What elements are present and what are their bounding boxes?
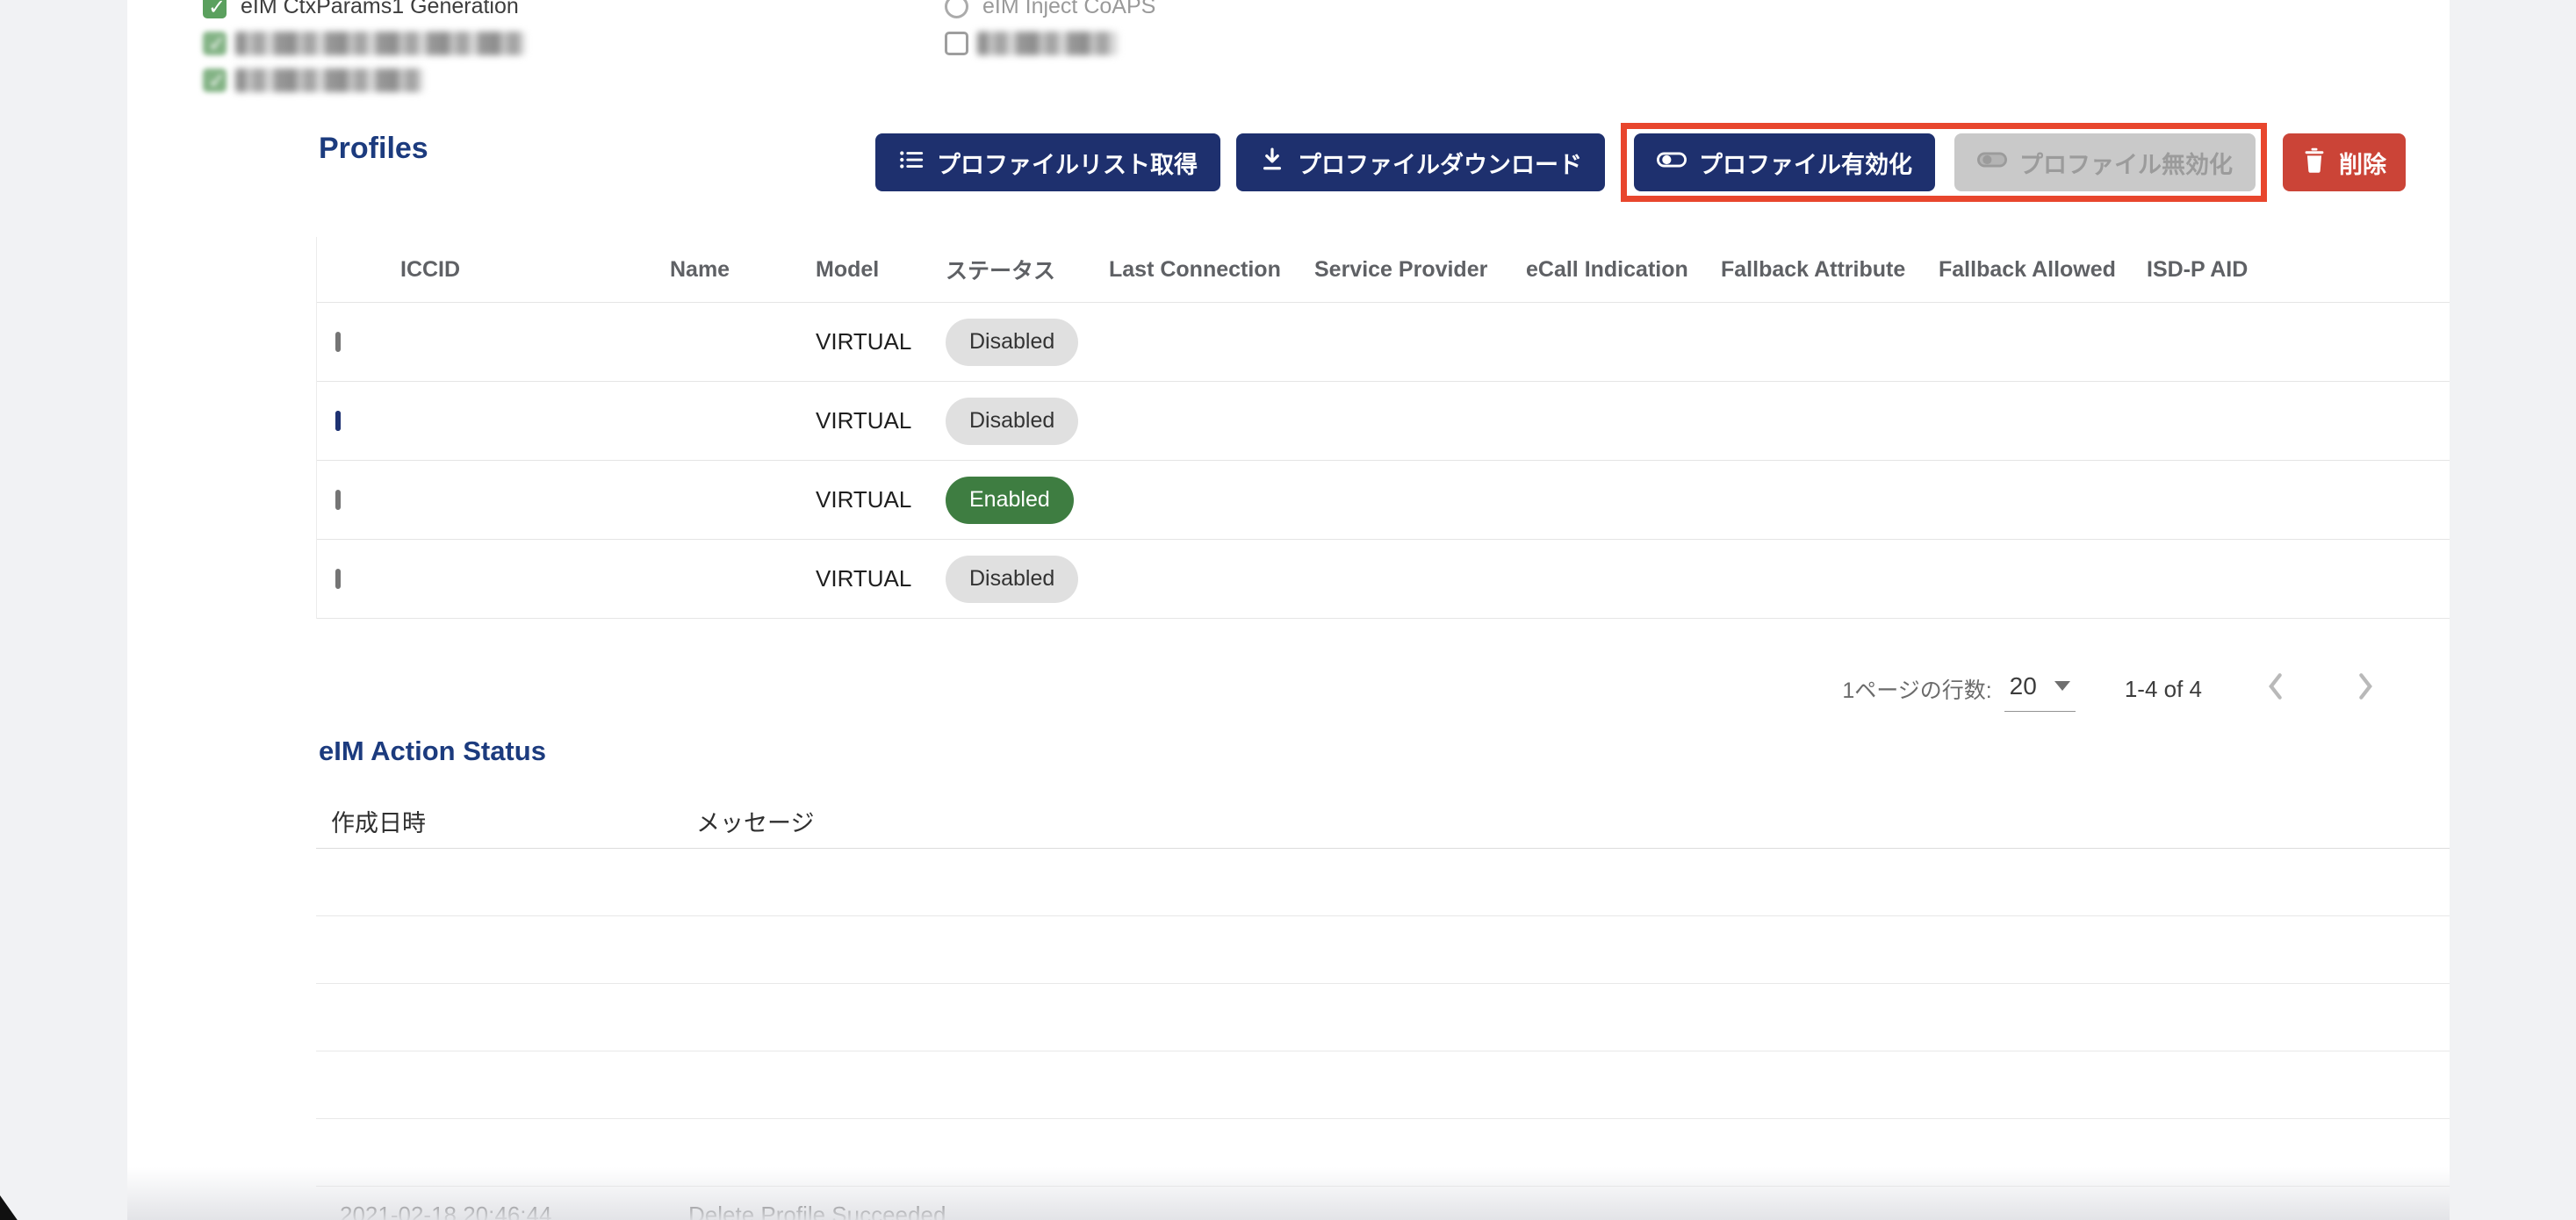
option-row: eIM Inject CoAPS: [945, 0, 1155, 25]
table-row: VIRTUAL Disabled: [317, 303, 2450, 382]
expand-row-button[interactable]: [2428, 1008, 2450, 1027]
status-badge: Disabled: [946, 555, 1079, 603]
list-icon: [898, 147, 925, 179]
column-header-message: メッセージ: [696, 810, 815, 836]
message-value: Delete Profile Succeeded: [688, 1202, 946, 1220]
action-status-table: 作成日時 メッセージ 2021-02-18 20:46:44 Delete Pr…: [316, 794, 2450, 1220]
pagination: 1ページの行数: 20 1-4 of 4: [1842, 658, 2378, 720]
option-label: eIM Inject CoAPS: [982, 0, 1156, 18]
action-status-row: [316, 984, 2450, 1051]
row-checkbox[interactable]: [335, 489, 341, 510]
checkbox-icon[interactable]: [945, 0, 968, 18]
expand-row-button[interactable]: [2428, 872, 2450, 892]
content-card: eIM CtxParams1 Generation eIM Inject CoA…: [127, 0, 2450, 1220]
redacted-option-label: [235, 31, 525, 55]
option-row: [203, 25, 525, 61]
top-options-left: eIM CtxParams1 Generation: [203, 0, 525, 98]
action-status-row: [316, 849, 2450, 916]
column-header: eCall Indication: [1526, 256, 1688, 282]
option-row: [203, 61, 525, 98]
action-status-row: [316, 1051, 2450, 1119]
model-value: VIRTUAL: [816, 486, 912, 513]
toggle-icon: [1657, 145, 1687, 181]
action-status-row: [316, 916, 2450, 984]
chevron-down-icon: [2054, 681, 2070, 691]
column-header-created-at: 作成日時: [331, 810, 426, 836]
status-badge: Disabled: [946, 318, 1079, 366]
profiles-toolbar: プロファイルリスト取得 プロファイルダウンロード プロファイル有効化 プロファイ…: [875, 123, 2406, 202]
option-row: eIM CtxParams1 Generation: [203, 0, 525, 25]
expand-row-button[interactable]: [2428, 1075, 2450, 1094]
profile-disable-button[interactable]: プロファイル無効化: [1954, 133, 2256, 191]
rows-per-page-value: 20: [2009, 671, 2037, 700]
option-row: [945, 25, 1155, 61]
action-status-row-partial: 2021-02-18 20:46:44 Delete Profile Succe…: [316, 1187, 2450, 1220]
table-row: VIRTUAL Enabled: [317, 461, 2450, 540]
checkbox-icon[interactable]: [203, 0, 227, 20]
expand-row-button[interactable]: [2428, 1143, 2450, 1162]
rows-per-page-select[interactable]: 20: [2004, 667, 2076, 712]
toggle-icon: [1977, 145, 2007, 181]
row-checkbox[interactable]: [335, 410, 341, 431]
model-value: VIRTUAL: [816, 328, 912, 355]
redacted-option-label: [977, 31, 1118, 55]
model-value: VIRTUAL: [816, 407, 912, 434]
checkbox-icon[interactable]: [203, 68, 227, 94]
checkbox-icon[interactable]: [945, 31, 968, 55]
page-background: eIM CtxParams1 Generation eIM Inject CoA…: [0, 0, 2576, 1220]
column-header: Name: [670, 256, 730, 282]
redacted-option-label: [235, 68, 423, 92]
column-header: Fallback Allowed: [1939, 256, 2116, 282]
top-options-right: eIM Inject CoAPS: [945, 0, 1155, 61]
mouse-cursor: [0, 1195, 21, 1220]
column-header: Model: [816, 256, 880, 282]
pagination-range: 1-4 of 4: [2124, 675, 2202, 702]
column-header: ISD-P AID: [2147, 256, 2249, 282]
profiles-heading: Profiles: [319, 132, 428, 165]
model-value: VIRTUAL: [816, 565, 912, 592]
profiles-table: ICCID Name Model ステータス Last Connection Servic…: [316, 237, 2450, 619]
column-header: Last Connection: [1109, 256, 1281, 282]
table-row: VIRTUAL Disabled: [317, 382, 2450, 461]
button-label: プロファイル有効化: [1699, 151, 1912, 178]
button-label: プロファイル無効化: [2019, 151, 2233, 178]
column-header: Fallback Attribute: [1721, 256, 1906, 282]
next-page-button[interactable]: [2355, 671, 2378, 707]
previous-page-button[interactable]: [2263, 671, 2286, 707]
profiles-table-body: VIRTUAL Disabled VIRTUAL Disabled VIRTUA…: [317, 303, 2450, 619]
table-row: VIRTUAL Disabled: [317, 540, 2450, 619]
expand-row-button[interactable]: [2428, 940, 2450, 959]
eim-action-status-heading: eIM Action Status: [319, 736, 546, 766]
profiles-table-header: ICCID Name Model ステータス Last Connection Servic…: [317, 237, 2450, 303]
column-header: ステータス: [946, 259, 1056, 283]
checkbox-icon[interactable]: [203, 31, 227, 57]
option-label: eIM CtxParams1 Generation: [241, 0, 519, 18]
button-label: プロファイルリスト取得: [937, 151, 1198, 178]
action-status-header: 作成日時 メッセージ: [316, 794, 2450, 849]
column-header: ICCID: [400, 256, 461, 282]
row-checkbox[interactable]: [335, 568, 341, 589]
download-icon: [1259, 147, 1285, 179]
get-profile-list-button[interactable]: プロファイルリスト取得: [875, 133, 1220, 191]
profile-enable-button[interactable]: プロファイル有効化: [1634, 133, 1935, 191]
trash-icon: [2302, 147, 2327, 179]
action-status-row: [316, 1119, 2450, 1187]
status-badge: Enabled: [946, 476, 1074, 524]
column-header: Service Provider: [1314, 256, 1488, 282]
created-at-value: 2021-02-18 20:46:44: [340, 1202, 552, 1220]
highlight-box: プロファイル有効化 プロファイル無効化: [1621, 123, 2267, 202]
rows-per-page-label: 1ページの行数:: [1842, 678, 1992, 703]
action-status-body: [316, 849, 2450, 1187]
profile-download-button[interactable]: プロファイルダウンロード: [1236, 133, 1605, 191]
button-label: プロファイルダウンロード: [1298, 151, 1582, 178]
status-badge: Disabled: [946, 397, 1079, 445]
row-checkbox[interactable]: [335, 331, 341, 352]
delete-button[interactable]: 削除: [2283, 133, 2406, 191]
button-label: 削除: [2339, 151, 2386, 178]
